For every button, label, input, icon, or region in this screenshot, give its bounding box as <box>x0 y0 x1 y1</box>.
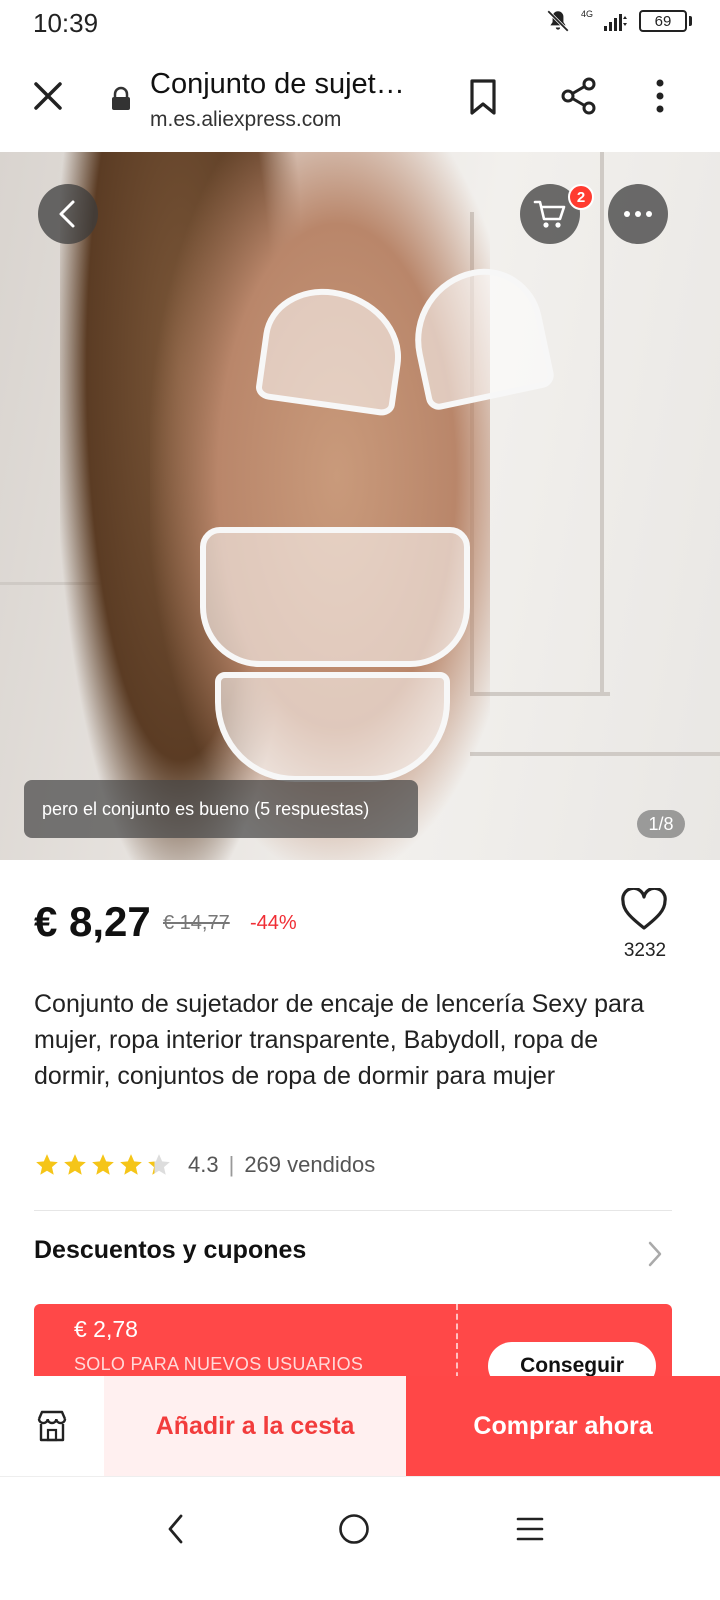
star-icon <box>64 1154 86 1175</box>
product-image-gallery[interactable]: pero el conjunto es bueno (5 respuestas)… <box>0 152 720 860</box>
status-time: 10:39 <box>33 8 99 38</box>
review-snippet[interactable]: pero el conjunto es bueno (5 respuestas) <box>24 780 418 838</box>
section-divider <box>34 1210 672 1211</box>
battery-indicator: 69 <box>639 10 687 32</box>
system-nav-bar <box>0 1476 720 1600</box>
status-icons: 4G 69 <box>545 8 692 34</box>
wishlist-count: 3232 <box>623 940 667 961</box>
star-icon <box>36 1154 58 1175</box>
coupon-amount: € 2,78 <box>74 1316 138 1342</box>
coupon-condition: SOLO PARA NUEVOS USUARIOS <box>74 1354 364 1374</box>
network-type: 4G <box>580 9 593 19</box>
nav-back-button[interactable] <box>152 1505 200 1553</box>
rating-separator: | <box>228 1152 235 1177</box>
image-page-indicator: 1/8 <box>637 810 685 838</box>
share-icon[interactable] <box>560 76 598 116</box>
lace-panty <box>215 672 450 782</box>
coupons-section-title[interactable]: Descuentos y cupones <box>34 1236 306 1265</box>
page-title[interactable]: Conjunto de sujet… <box>150 68 405 101</box>
sold-count: 269 vendidos <box>244 1152 376 1177</box>
mute-icon <box>547 10 569 32</box>
battery-tip <box>689 16 692 26</box>
more-vert-icon[interactable] <box>650 78 670 114</box>
bottom-action-bar: Añadir a la cesta Comprar ahora <box>0 1376 720 1476</box>
buy-now-button[interactable]: Comprar ahora <box>406 1376 720 1476</box>
page-url[interactable]: m.es.aliexpress.com <box>150 108 341 132</box>
rating-stars <box>34 1152 172 1178</box>
store-icon <box>37 1410 67 1442</box>
star-icon <box>92 1154 114 1175</box>
browser-header: Conjunto de sujet… m.es.aliexpress.com <box>0 46 720 152</box>
door-panel-line <box>600 152 604 696</box>
nav-recents-button[interactable] <box>506 1505 554 1553</box>
menu-lines-icon <box>516 1517 544 1541</box>
door-panel-line <box>470 692 610 696</box>
cart-count-badge: 2 <box>568 184 594 210</box>
rating-row[interactable]: 4.3 | 269 vendidos <box>34 1152 375 1178</box>
status-bar: 10:39 4G 69 <box>0 0 720 46</box>
cart-icon <box>533 200 566 228</box>
heart-icon[interactable] <box>620 888 668 932</box>
add-to-cart-button[interactable]: Añadir a la cesta <box>104 1376 406 1476</box>
more-options-button[interactable] <box>608 184 668 244</box>
home-circle-icon <box>339 1514 369 1544</box>
star-icon <box>120 1154 142 1175</box>
back-button[interactable] <box>38 184 98 244</box>
back-arrow-icon <box>168 1514 183 1544</box>
door-panel-line <box>470 752 720 756</box>
discount-percent: -44% <box>250 912 297 934</box>
bookmark-icon[interactable] <box>468 78 498 116</box>
rating-value: 4.3 <box>188 1152 219 1177</box>
nav-home-button[interactable] <box>330 1505 378 1553</box>
more-horiz-icon <box>624 211 652 217</box>
close-icon[interactable] <box>28 76 68 116</box>
star-icon <box>148 1154 170 1175</box>
store-button[interactable] <box>0 1376 104 1476</box>
signal-icon <box>604 14 627 31</box>
product-title: Conjunto de sujetador de encaje de lence… <box>34 990 645 1090</box>
original-price: € 14,77 <box>163 912 230 934</box>
chevron-right-icon[interactable] <box>646 1240 664 1268</box>
chevron-left-icon <box>59 200 75 228</box>
lock-icon <box>112 86 130 110</box>
lace-garter-belt <box>200 527 470 667</box>
current-price: € 8,27 <box>34 898 151 945</box>
